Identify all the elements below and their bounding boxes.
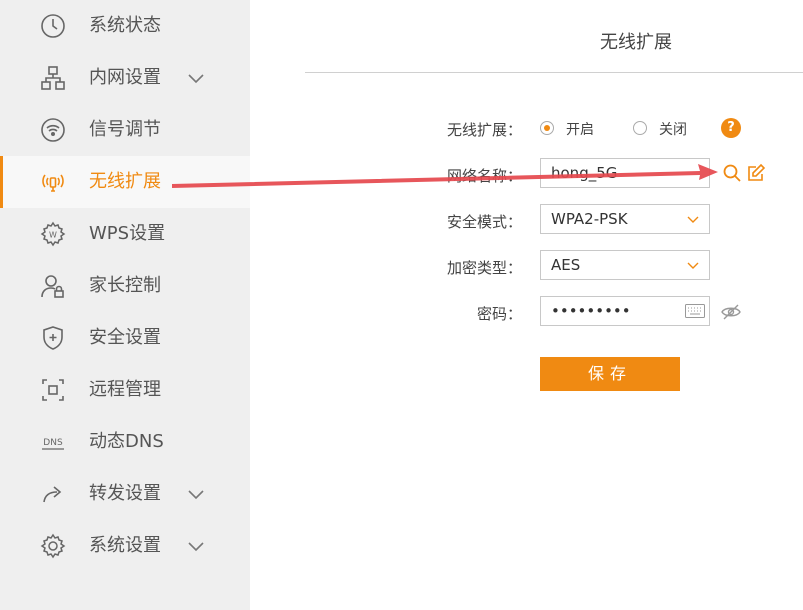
shield-icon (43, 326, 63, 350)
remote-management-icon (42, 379, 64, 401)
parental-control-icon (41, 275, 64, 298)
sidebar-item-label: 系统设置 (89, 535, 161, 556)
sidebar-item-wireless-extend[interactable]: 无线扩展 (0, 156, 250, 208)
security-mode-label: 安全模式： (446, 213, 522, 231)
sidebar-item-label: 动态DNS (89, 431, 164, 452)
sidebar-item-label: 远程管理 (89, 379, 161, 400)
save-button[interactable]: 保存 (540, 357, 680, 391)
chevron-down-icon[interactable] (186, 484, 206, 504)
sidebar-item-label: 无线扩展 (89, 171, 161, 192)
svg-text:DNS: DNS (43, 438, 63, 448)
sidebar-item-parental-control[interactable]: 家长控制 (0, 260, 250, 312)
sidebar-item-label: WPS设置 (89, 223, 166, 244)
chevron-down-icon (687, 262, 699, 269)
ssid-input[interactable]: hong_5G (540, 158, 710, 188)
encryption-label: 加密类型： (446, 259, 522, 277)
network-icon (41, 66, 65, 90)
sidebar-item-system-status[interactable]: 系统状态 (0, 0, 250, 52)
extend-off-radio[interactable] (633, 121, 647, 135)
sidebar-item-security[interactable]: 安全设置 (0, 312, 250, 364)
extend-on-label[interactable]: 开启 (566, 119, 594, 139)
sidebar-item-remote-management[interactable]: 远程管理 (0, 364, 250, 416)
encryption-select[interactable]: AES (540, 250, 710, 280)
forward-icon (43, 486, 62, 503)
password-label: 密码： (476, 305, 522, 323)
ssid-value: hong_5G (551, 164, 618, 182)
extend-off-label[interactable]: 关闭 (659, 119, 687, 139)
chevron-down-icon (687, 216, 699, 223)
ssid-label: 网络名称： (446, 167, 522, 185)
svg-text:W: W (49, 231, 57, 240)
password-value: ••••••••• (551, 302, 631, 320)
chevron-down-icon[interactable] (186, 68, 206, 88)
sidebar-item-signal-adjust[interactable]: 信号调节 (0, 104, 250, 156)
sidebar-item-lan-settings[interactable]: 内网设置 (0, 52, 250, 104)
page-title: 无线扩展 (600, 32, 672, 53)
sidebar: 系统状态 内网设置 信号调节 无线扩展 W WPS设置 家长控制 安全设置 远程… (0, 0, 250, 610)
wps-gear-icon: W (40, 221, 66, 247)
sidebar-item-label: 内网设置 (89, 67, 161, 88)
sidebar-item-ddns[interactable]: DNS 动态DNS (0, 416, 250, 468)
signal-icon (41, 118, 65, 142)
chevron-down-icon[interactable] (186, 536, 206, 556)
clock-icon (41, 14, 65, 38)
sidebar-item-label: 安全设置 (89, 327, 161, 348)
search-icon[interactable] (722, 163, 742, 183)
sidebar-item-label: 转发设置 (89, 483, 161, 504)
sidebar-item-label: 系统状态 (89, 15, 161, 36)
security-mode-value: WPA2-PSK (551, 210, 628, 228)
eye-hidden-icon[interactable] (721, 302, 741, 322)
wireless-extend-icon (42, 174, 64, 192)
sidebar-item-forwarding[interactable]: 转发设置 (0, 468, 250, 520)
sidebar-item-wps[interactable]: W WPS设置 (0, 208, 250, 260)
keyboard-icon[interactable] (685, 304, 705, 318)
extend-label: 无线扩展： (446, 121, 522, 139)
sidebar-item-label: 信号调节 (89, 119, 161, 140)
help-icon[interactable]: ? (721, 118, 741, 138)
extend-on-radio[interactable] (540, 121, 554, 135)
dns-icon: DNS (42, 438, 64, 450)
security-mode-select[interactable]: WPA2-PSK (540, 204, 710, 234)
password-input[interactable]: ••••••••• (540, 296, 710, 326)
title-divider (305, 72, 803, 73)
settings-gear-icon (40, 533, 66, 559)
sidebar-item-label: 家长控制 (89, 275, 161, 296)
edit-icon[interactable] (746, 163, 766, 183)
sidebar-item-system-settings[interactable]: 系统设置 (0, 520, 250, 572)
encryption-value: AES (551, 256, 581, 274)
